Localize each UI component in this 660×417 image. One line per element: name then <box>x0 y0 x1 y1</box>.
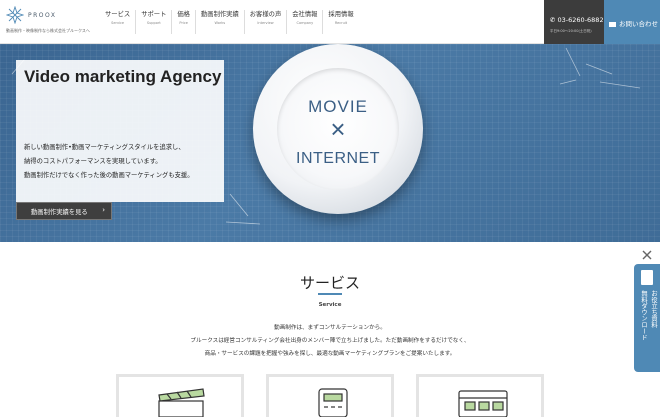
phone-icon: ✆ <box>550 16 556 24</box>
service-desc-1: 動画制作は、まずコンサルテーションから。 <box>274 325 386 331</box>
nav-item-price[interactable]: 価格 Price <box>171 10 195 34</box>
nav-label: 価格 <box>177 11 190 18</box>
close-icon[interactable] <box>642 250 652 260</box>
brand-tagline: 動画制作・映像制作なら株式会社プルークスへ <box>6 28 90 33</box>
title-underline <box>318 293 342 295</box>
nav-sublabel: Works <box>214 21 226 25</box>
service-desc-3: 商品・サービスの課題を把握や強みを探し、最適な動画マーケティングプランをご提案い… <box>204 351 456 357</box>
nav-label: お客様の声 <box>249 11 282 18</box>
view-works-label: 動画制作実績を見る <box>31 209 88 216</box>
service-card-3[interactable] <box>416 374 544 417</box>
nav-item-recruit[interactable]: 採用情報 Recruit <box>322 10 358 34</box>
nav-label: 採用情報 <box>328 11 354 18</box>
logo[interactable]: PROOX 動画制作・映像制作なら株式会社プルークスへ <box>6 6 96 40</box>
site-header: PROOX 動画制作・映像制作なら株式会社プルークスへ サービス Service… <box>0 0 660 44</box>
hero-line-3: 動画制作だけでなく作った後の動画マーケティングも支援。 <box>24 172 194 179</box>
section-subtitle: Service <box>318 302 342 308</box>
download-side-tab[interactable]: お役立ち資料 無料ダウンロード <box>634 264 660 372</box>
nav-label: サービス <box>105 11 131 18</box>
nav-label: 動画制作実績 <box>200 11 239 18</box>
view-works-button[interactable]: 動画制作実績を見る › <box>16 202 112 220</box>
section-title: サービス <box>299 274 360 292</box>
hero-banner: Video marketing Agency 新しい動画制作•動画マーケティング… <box>0 44 660 242</box>
plate-text-internet: INTERNET <box>296 150 380 167</box>
nav-sublabel: Price <box>179 21 188 25</box>
nav-item-company[interactable]: 会社情報 Company <box>286 10 322 34</box>
video-player-icon <box>458 390 508 417</box>
contact-label-wrap: お問い合わせ <box>609 18 658 28</box>
clapperboard-icon <box>158 388 205 417</box>
hero-text-panel: Video marketing Agency 新しい動画制作•動画マーケティング… <box>16 60 224 202</box>
nav-sublabel: Interview <box>257 21 274 25</box>
nav-item-interview[interactable]: お客様の声 Interview <box>243 10 286 34</box>
side-tab-label-1: お役立ち資料 <box>650 290 657 328</box>
phone-hours: 平日9:00〜20:00(土日祝) <box>550 29 592 33</box>
service-desc-2: プルークスは経営コンサルティング会社出身のメンバー陣で立ち上げました。ただ動画制… <box>190 338 470 344</box>
nav-label: サポート <box>141 11 167 18</box>
hero-line-1: 新しい動画制作•動画マーケティングスタイルを追求し、 <box>24 144 185 151</box>
nav-item-support[interactable]: サポート Support <box>135 10 171 34</box>
movie-internet-plate: MOVIE × INTERNET <box>253 44 423 214</box>
nav-sublabel: Service <box>111 21 125 25</box>
main-nav: サービス Service サポート Support 価格 Price 動画制作実… <box>100 10 359 34</box>
logo-star-icon <box>6 6 24 24</box>
nav-sublabel: Recruit <box>334 21 348 25</box>
plate-text-cross: × <box>330 114 346 144</box>
phone-number-text: 03-6260-6882 <box>557 16 604 24</box>
phone-number: ✆ 03-6260-6882 <box>550 16 604 24</box>
service-card-1[interactable] <box>116 374 244 417</box>
document-icon <box>641 270 653 285</box>
nav-sublabel: Support <box>146 21 161 25</box>
side-tab-label-2: 無料ダウンロード <box>640 290 647 341</box>
mail-icon <box>609 21 616 27</box>
hero-title: Video marketing Agency <box>24 67 222 86</box>
nav-label: 会社情報 <box>292 11 318 18</box>
contact-label: お問い合わせ <box>619 20 658 28</box>
contact-button[interactable]: お問い合わせ <box>604 0 660 44</box>
service-card-2[interactable] <box>266 374 394 417</box>
chevron-right-icon: › <box>102 206 105 214</box>
nav-item-works[interactable]: 動画制作実績 Works <box>194 10 244 34</box>
nav-sublabel: Company <box>296 21 314 25</box>
brand-name: PROOX <box>28 12 57 19</box>
hero-line-2: 納得のコストパフォーマンスを実現しています。 <box>24 158 162 165</box>
nav-item-service[interactable]: サービス Service <box>100 10 135 34</box>
calculator-icon <box>318 388 348 417</box>
phone-box[interactable]: ✆ 03-6260-6882 平日9:00〜20:00(土日祝) <box>544 0 604 44</box>
